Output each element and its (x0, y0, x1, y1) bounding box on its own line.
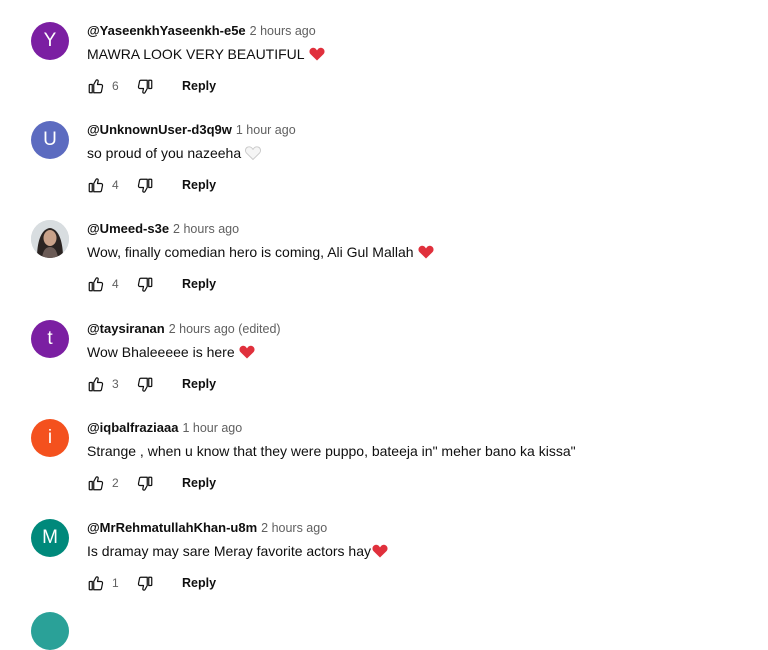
thumbs-down-icon[interactable] (136, 575, 154, 593)
comment-time[interactable]: 2 hours ago (250, 24, 316, 38)
comment-text: Wow Bhaleeeee is here (87, 344, 255, 360)
comment-header: @MrRehmatullahKhan-u8m 2 hours ago (87, 520, 327, 535)
comment-time[interactable]: 1 hour ago (182, 421, 242, 435)
comment-text: MAWRA LOOK VERY BEAUTIFUL (87, 46, 325, 62)
comment-item: Y @YaseenkhYaseenkh-e5e 2 hours ago MAWRA… (0, 22, 768, 121)
avatar[interactable]: Y (31, 22, 69, 60)
comment-item: i @iqbalfraziaaa 1 hour ago Strange , whe… (0, 419, 768, 518)
author-name[interactable]: @MrRehmatullahKhan-u8m (87, 520, 257, 535)
comment-item: U @UnknownUser-d3q9w 1 hour ago so proud … (0, 121, 768, 220)
avatar[interactable]: M (31, 519, 69, 557)
like-count: 4 (112, 178, 119, 192)
comment-time[interactable]: 2 hours ago (edited) (169, 322, 281, 336)
thumbs-down-icon[interactable] (136, 376, 154, 394)
comment-header: @YaseenkhYaseenkh-e5e 2 hours ago (87, 23, 316, 38)
avatar[interactable]: U (31, 121, 69, 159)
avatar[interactable]: t (31, 320, 69, 358)
author-name[interactable]: @Umeed-s3e (87, 221, 169, 236)
comment-header: @Umeed-s3e 2 hours ago (87, 221, 239, 236)
comment-actions: 4 Reply (87, 174, 347, 198)
author-name[interactable]: @UnknownUser-d3q9w (87, 122, 232, 137)
comment-text: Is dramay may sare Meray favorite actors… (87, 543, 388, 559)
reply-button[interactable]: Reply (182, 277, 216, 291)
thumbs-down-icon[interactable] (136, 78, 154, 96)
like-count: 3 (112, 377, 119, 391)
comment-text: Wow, finally comedian hero is coming, Al… (87, 244, 434, 260)
comment-time[interactable]: 2 hours ago (261, 521, 327, 535)
comment-item: t @taysiranan 2 hours ago (edited) Wow Bh… (0, 320, 768, 419)
author-name[interactable]: @iqbalfraziaaa (87, 420, 178, 435)
comment-text-content: so proud of you nazeeha (87, 145, 242, 161)
comment-actions: 1 Reply (87, 572, 347, 596)
thumbs-up-icon[interactable] (87, 275, 105, 293)
comment-text-content: MAWRA LOOK VERY BEAUTIFUL (87, 46, 305, 62)
comment-actions: 3 Reply (87, 373, 347, 397)
red-heart-icon (309, 47, 325, 61)
reply-button[interactable]: Reply (182, 79, 216, 93)
reply-button[interactable]: Reply (182, 377, 216, 391)
thumbs-up-icon[interactable] (87, 77, 105, 95)
reply-button[interactable]: Reply (182, 178, 216, 192)
comment-header: @taysiranan 2 hours ago (edited) (87, 321, 281, 336)
comment-text: Strange , when u know that they were pup… (87, 443, 576, 459)
comment-time[interactable]: 1 hour ago (236, 123, 296, 137)
like-count: 2 (112, 476, 119, 490)
reply-button[interactable]: Reply (182, 476, 216, 490)
red-heart-icon (372, 544, 388, 558)
white-heart-icon (245, 146, 262, 160)
comment-actions: 2 Reply (87, 472, 347, 496)
comment-text-content: Strange , when u know that they were pup… (87, 443, 576, 459)
profile-photo-icon (31, 220, 69, 258)
red-heart-icon (418, 245, 434, 259)
thumbs-up-icon[interactable] (87, 176, 105, 194)
thumbs-down-icon[interactable] (136, 177, 154, 195)
thumbs-up-icon[interactable] (87, 474, 105, 492)
thumbs-down-icon[interactable] (136, 276, 154, 294)
comment-time[interactable]: 2 hours ago (173, 222, 239, 236)
reply-button[interactable]: Reply (182, 576, 216, 590)
avatar[interactable]: i (31, 419, 69, 457)
comment-actions: 4 Reply (87, 273, 347, 297)
comment-actions: 6 Reply (87, 75, 347, 99)
comment-text: so proud of you nazeeha (87, 145, 262, 161)
comment-header: @UnknownUser-d3q9w 1 hour ago (87, 122, 296, 137)
avatar[interactable] (31, 220, 69, 258)
like-count: 1 (112, 576, 119, 590)
comment-header: @iqbalfraziaaa 1 hour ago (87, 420, 242, 435)
thumbs-up-icon[interactable] (87, 375, 105, 393)
comment-text-content: Is dramay may sare Meray favorite actors… (87, 543, 371, 559)
comment-text-content: Wow, finally comedian hero is coming, Al… (87, 244, 414, 260)
comment-item: M @MrRehmatullahKhan-u8m 2 hours ago Is d… (0, 519, 768, 618)
like-count: 4 (112, 277, 119, 291)
comment-item: @Umeed-s3e 2 hours ago Wow, finally comed… (0, 220, 768, 319)
author-name[interactable]: @YaseenkhYaseenkh-e5e (87, 23, 246, 38)
red-heart-icon (239, 345, 255, 359)
comment-text-content: Wow Bhaleeeee is here (87, 344, 235, 360)
thumbs-down-icon[interactable] (136, 475, 154, 493)
like-count: 6 (112, 79, 119, 93)
thumbs-up-icon[interactable] (87, 574, 105, 592)
author-name[interactable]: @taysiranan (87, 321, 165, 336)
avatar[interactable] (31, 612, 69, 650)
